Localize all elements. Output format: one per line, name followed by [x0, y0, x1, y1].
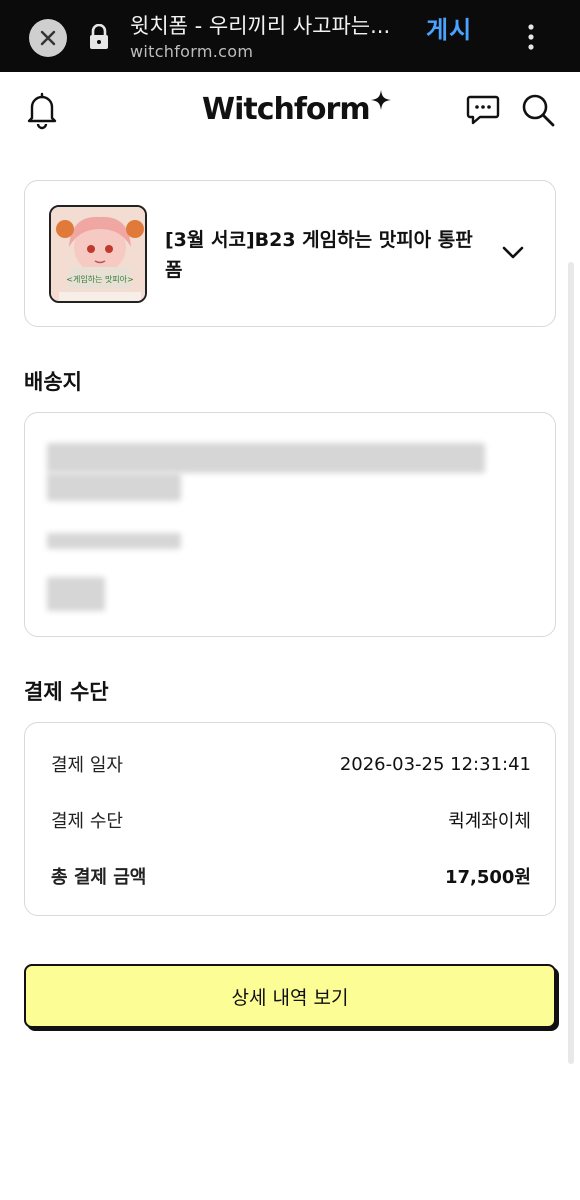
browser-page-title: 윗치폼 - 우리끼리 사고파는...: [130, 14, 391, 38]
browser-toolbar: 윗치폼 - 우리끼리 사고파는... witchform.com 게시: [0, 0, 580, 72]
more-vertical-icon[interactable]: [526, 22, 536, 52]
browser-url: witchform.com: [130, 42, 254, 61]
logo-text: Witchform: [202, 92, 371, 127]
thumbnail-caption: <게임하는 맛피아>: [66, 274, 133, 284]
app-header: Witchform: [0, 72, 580, 152]
form-card[interactable]: <게임하는 맛피아> [3월 서코]B23 게임하는 맛피아 통판 폼: [24, 180, 556, 327]
payment-method-value: 퀵계좌이체: [448, 811, 531, 832]
chevron-down-icon[interactable]: [501, 245, 525, 261]
payment-method-label: 결제 수단: [51, 811, 123, 832]
chat-icon[interactable]: [466, 92, 500, 126]
payment-total-value: 17,500원: [444, 867, 531, 888]
payment-total-label: 총 결제 금액: [51, 867, 147, 888]
redacted-address-line: [47, 473, 181, 501]
view-details-button[interactable]: 상세 내역 보기: [24, 964, 556, 1028]
bell-icon[interactable]: [24, 90, 60, 130]
post-button[interactable]: 게시: [426, 10, 472, 45]
payment-date-label: 결제 일자: [51, 755, 123, 776]
payment-date-value: 2026-03-25 12:31:41: [339, 753, 531, 775]
payment-total-row: 총 결제 금액 17,500원: [51, 861, 531, 891]
witchform-logo[interactable]: Witchform: [202, 90, 391, 130]
payment-summary-card: 결제 일자 2026-03-25 12:31:41 결제 수단 퀵계좌이체 총 …: [24, 722, 556, 916]
redacted-phone: [47, 533, 181, 549]
payment-date-row: 결제 일자 2026-03-25 12:31:41: [51, 749, 531, 779]
redacted-address-line: [47, 443, 485, 473]
close-tab-button[interactable]: [29, 19, 67, 57]
close-icon: [40, 30, 56, 46]
shipping-address-card: [24, 412, 556, 637]
payment-section-title: 결제 수단: [24, 680, 109, 704]
shipping-section-title: 배송지: [24, 370, 82, 394]
sparkle-icon: [370, 90, 391, 110]
form-name: [3월 서코]B23 게임하는 맛피아 통판 폼: [165, 229, 473, 281]
payment-method-row: 결제 수단 퀵계좌이체: [51, 805, 531, 835]
form-thumbnail: <게임하는 맛피아>: [49, 205, 147, 303]
search-icon[interactable]: [520, 92, 556, 128]
redacted-name: [47, 577, 105, 611]
lock-icon: [90, 24, 108, 49]
scrollbar[interactable]: [568, 262, 574, 1064]
